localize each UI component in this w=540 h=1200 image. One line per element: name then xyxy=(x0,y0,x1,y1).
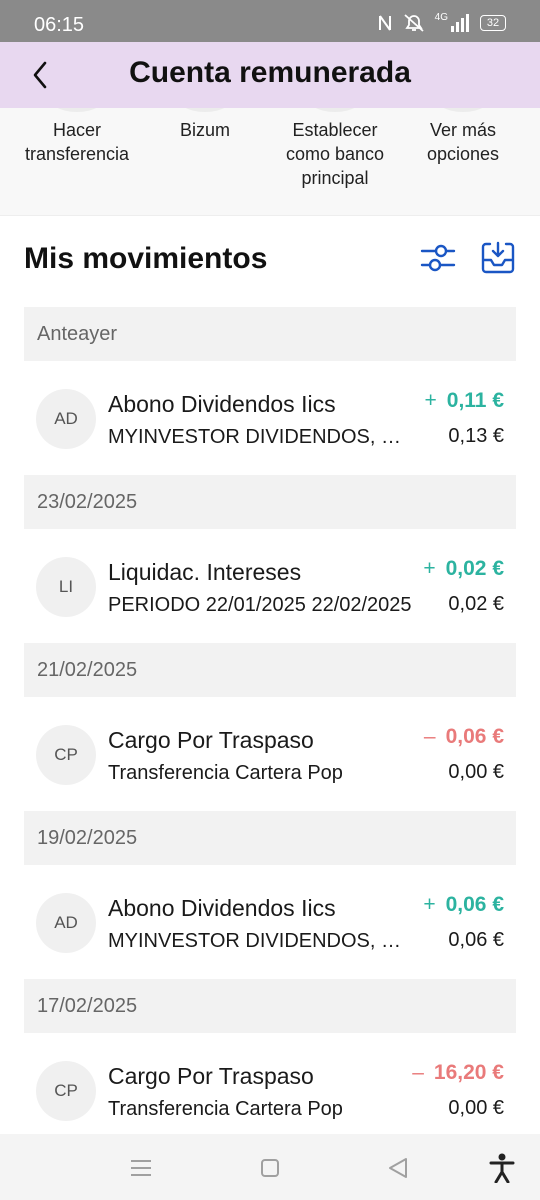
filter-button[interactable] xyxy=(418,238,458,278)
app-header: Cuenta remunerada xyxy=(0,42,540,108)
action-icon-bizum xyxy=(175,108,235,112)
sliders-icon xyxy=(420,244,456,272)
status-icons: 4G 32 xyxy=(377,11,506,33)
transaction-subtitle: Transferencia Cartera Pop xyxy=(108,762,343,784)
transaction-title: Cargo Por Traspaso xyxy=(108,1063,314,1089)
transaction-balance: 0,13 € xyxy=(448,425,504,447)
home-button[interactable] xyxy=(254,1152,286,1184)
status-bar: 06:15 4G 32 xyxy=(0,0,540,42)
movements-title: Mis movimientos xyxy=(24,242,268,275)
transaction-amount: –0,06 € xyxy=(424,725,504,749)
transaction-row[interactable]: CP Cargo Por Traspaso Transferencia Cart… xyxy=(24,1033,516,1147)
system-nav-bar xyxy=(0,1134,540,1200)
action-icon-more xyxy=(433,108,493,112)
transaction-row[interactable]: LI Liquidac. Intereses PERIODO 22/01/202… xyxy=(24,529,516,643)
amount-sign: + xyxy=(423,893,436,916)
date-header: 21/02/2025 xyxy=(24,643,516,697)
transaction-row[interactable]: AD Abono Dividendos Iics MYINVESTOR DIVI… xyxy=(24,865,516,979)
transaction-subtitle: MYINVESTOR DIVIDENDOS, S.A. xyxy=(108,930,414,952)
transaction-balance: 0,02 € xyxy=(448,593,504,615)
transaction-amount: +0,06 € xyxy=(423,893,504,917)
avatar: AD xyxy=(36,893,96,953)
date-header: 17/02/2025 xyxy=(24,979,516,1033)
amount-sign: + xyxy=(424,389,437,412)
amount-value: 16,20 € xyxy=(433,1061,504,1084)
battery-level: 32 xyxy=(486,17,500,29)
transaction-row[interactable]: CP Cargo Por Traspaso Transferencia Cart… xyxy=(24,697,516,811)
action-icon-main-bank xyxy=(305,108,365,112)
signal-icon xyxy=(451,14,469,32)
transaction-amount: +0,11 € xyxy=(425,389,505,413)
transaction-title: Abono Dividendos Iics xyxy=(108,391,336,417)
amount-value: 0,06 € xyxy=(445,725,504,748)
action-label: Ver más opciones xyxy=(426,120,500,164)
mute-icon xyxy=(404,14,424,32)
date-header: 23/02/2025 xyxy=(24,475,516,529)
quick-actions: Hacer transferencia Bizum Establecer com… xyxy=(0,108,540,216)
bizum-button[interactable]: Bizum xyxy=(140,118,270,142)
nfc-icon xyxy=(378,15,391,31)
amount-sign: + xyxy=(423,557,436,580)
status-time: 06:15 xyxy=(34,14,85,36)
set-main-bank-button[interactable]: Establecer como banco principal xyxy=(270,118,400,190)
network-type: 4G xyxy=(434,11,448,23)
transaction-title: Liquidac. Intereses xyxy=(108,559,302,585)
transaction-amount: –16,20 € xyxy=(412,1061,504,1085)
recent-apps-button[interactable] xyxy=(125,1152,157,1184)
more-options-button[interactable]: Ver más opciones xyxy=(398,118,528,166)
system-back-button[interactable] xyxy=(382,1152,414,1184)
transaction-subtitle: Transferencia Cartera Pop xyxy=(108,1098,343,1120)
action-label: Establecer como banco principal xyxy=(285,120,385,188)
battery-icon: 32 xyxy=(480,15,506,31)
date-header: Anteayer xyxy=(24,307,516,361)
download-tray-icon xyxy=(481,241,515,274)
date-header: 19/02/2025 xyxy=(24,811,516,865)
action-label: Hacer transferencia xyxy=(24,120,130,164)
avatar: AD xyxy=(36,389,96,449)
back-triangle-icon xyxy=(389,1158,407,1178)
page-title: Cuenta remunerada xyxy=(129,56,411,89)
download-button[interactable] xyxy=(478,238,518,278)
amount-sign: – xyxy=(423,725,436,748)
accessibility-button[interactable] xyxy=(486,1152,518,1184)
transaction-subtitle: PERIODO 22/01/2025 22/02/2025 xyxy=(108,594,412,616)
amount-value: 0,06 € xyxy=(445,893,504,916)
action-icon-transfer xyxy=(47,108,107,112)
avatar: CP xyxy=(36,725,96,785)
transaction-subtitle: MYINVESTOR DIVIDENDOS, S.A. xyxy=(108,426,414,448)
transaction-amount: +0,02 € xyxy=(423,557,504,581)
action-label: Bizum xyxy=(179,120,230,140)
transaction-title: Cargo Por Traspaso xyxy=(108,727,314,753)
transaction-row[interactable]: AD Abono Dividendos Iics MYINVESTOR DIVI… xyxy=(24,361,516,475)
amount-value: 0,02 € xyxy=(445,557,504,580)
transaction-title: Abono Dividendos Iics xyxy=(108,895,336,921)
avatar: LI xyxy=(36,557,96,617)
avatar: CP xyxy=(36,1061,96,1121)
transaction-balance: 0,00 € xyxy=(448,1097,504,1119)
amount-sign: – xyxy=(412,1061,424,1084)
menu-icon xyxy=(131,1160,151,1176)
home-square-icon xyxy=(261,1159,279,1177)
accessibility-icon xyxy=(489,1153,515,1183)
transaction-balance: 0,00 € xyxy=(448,761,504,783)
amount-value: 0,11 € xyxy=(446,389,504,412)
transaction-balance: 0,06 € xyxy=(448,929,504,951)
make-transfer-button[interactable]: Hacer transferencia xyxy=(12,118,142,166)
